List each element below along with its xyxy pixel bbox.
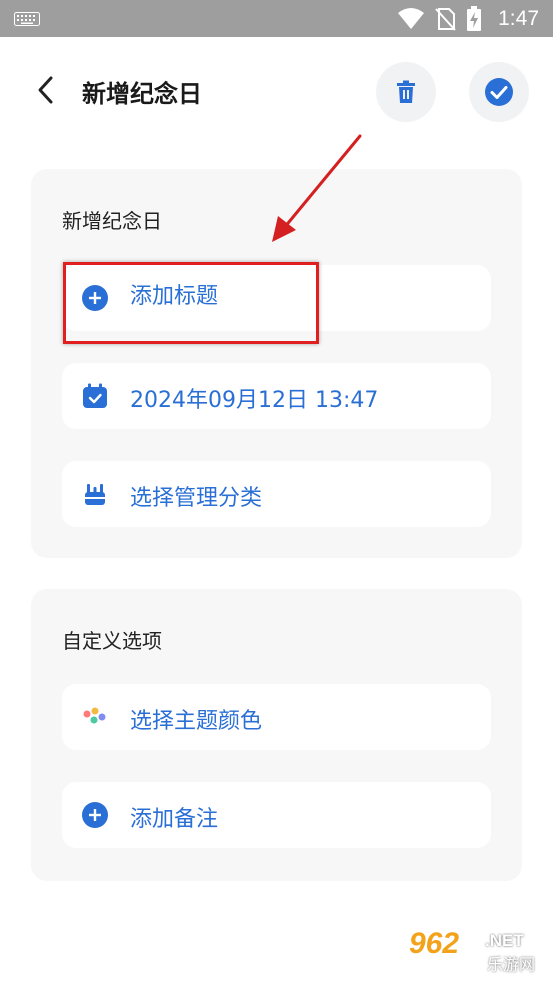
no-sim-icon [435, 8, 456, 31]
section-title: 新增纪念日 [62, 209, 162, 233]
theme-color-row[interactable]: 选择主题颜色 [62, 684, 491, 750]
date-value: 2024年09月12日 13:47 [130, 388, 379, 413]
watermark-net: .NET [485, 931, 524, 950]
category-row[interactable]: 选择管理分类 [62, 461, 491, 527]
app-header: 新增纪念日 [0, 58, 553, 124]
trash-icon [397, 80, 415, 103]
delete-button[interactable] [376, 62, 436, 122]
section-title: 自定义选项 [62, 629, 162, 653]
plus-circle-icon [82, 285, 108, 311]
add-note-label: 添加备注 [130, 807, 219, 832]
confirm-button[interactable] [469, 62, 529, 122]
title-input[interactable] [130, 284, 470, 309]
basic-info-card: 新增纪念日 2024年09月12日 13:47 选择管理分类 [31, 169, 522, 558]
plus-circle-icon [82, 802, 108, 828]
page-title: 新增纪念日 [82, 80, 202, 108]
add-title-row[interactable] [62, 265, 491, 331]
calendar-check-icon [83, 383, 107, 408]
keyboard-icon [14, 12, 40, 26]
battery-charging-icon [467, 6, 482, 31]
custom-options-card: 自定义选项 选择主题颜色 添加备注 [31, 589, 522, 881]
add-note-row[interactable]: 添加备注 [62, 782, 491, 848]
chevron-left-icon [38, 76, 53, 104]
category-label: 选择管理分类 [130, 486, 263, 511]
theme-color-label: 选择主题颜色 [130, 709, 263, 734]
wifi-icon [398, 8, 425, 29]
date-row[interactable]: 2024年09月12日 13:47 [62, 363, 491, 429]
color-palette-icon [83, 707, 106, 724]
status-time: 1:47 [498, 7, 539, 30]
check-circle-icon [485, 78, 513, 106]
watermark-brand: 962 [409, 927, 460, 960]
back-button[interactable] [30, 72, 62, 108]
category-folder-icon [85, 484, 105, 505]
watermark-sub: 乐游网 [487, 955, 536, 974]
status-bar: 1:47 [0, 0, 553, 37]
site-watermark: 962 .NET 乐游网 [409, 927, 545, 977]
